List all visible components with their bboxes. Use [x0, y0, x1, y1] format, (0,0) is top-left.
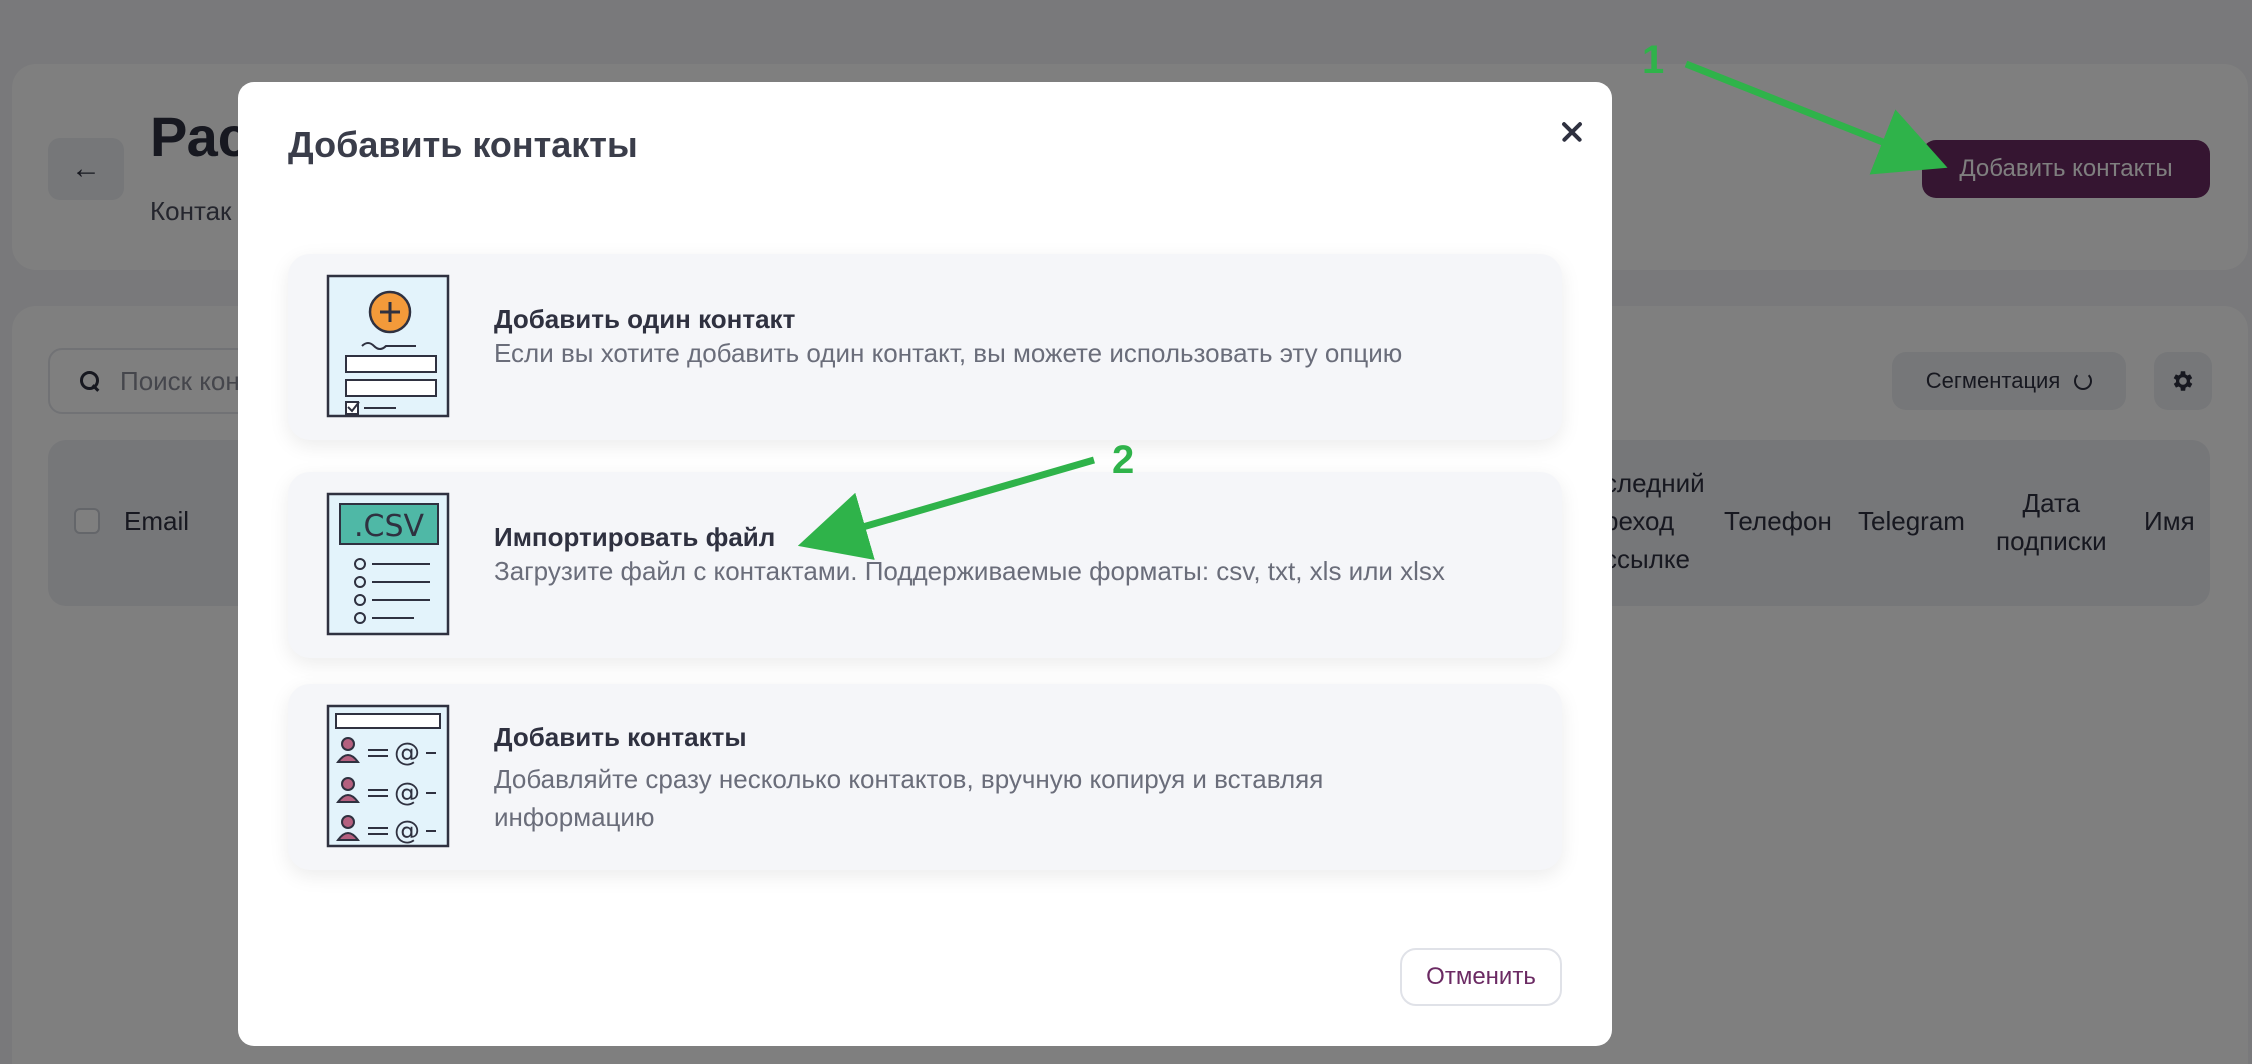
arrow-to-add-button: [1684, 60, 1948, 175]
arrow-to-import-option: [797, 456, 1095, 560]
annotation-arrows: [797, 60, 1948, 560]
annotation-label-1: 1: [1642, 38, 1665, 82]
annotation-label-2: 2: [1112, 438, 1135, 482]
